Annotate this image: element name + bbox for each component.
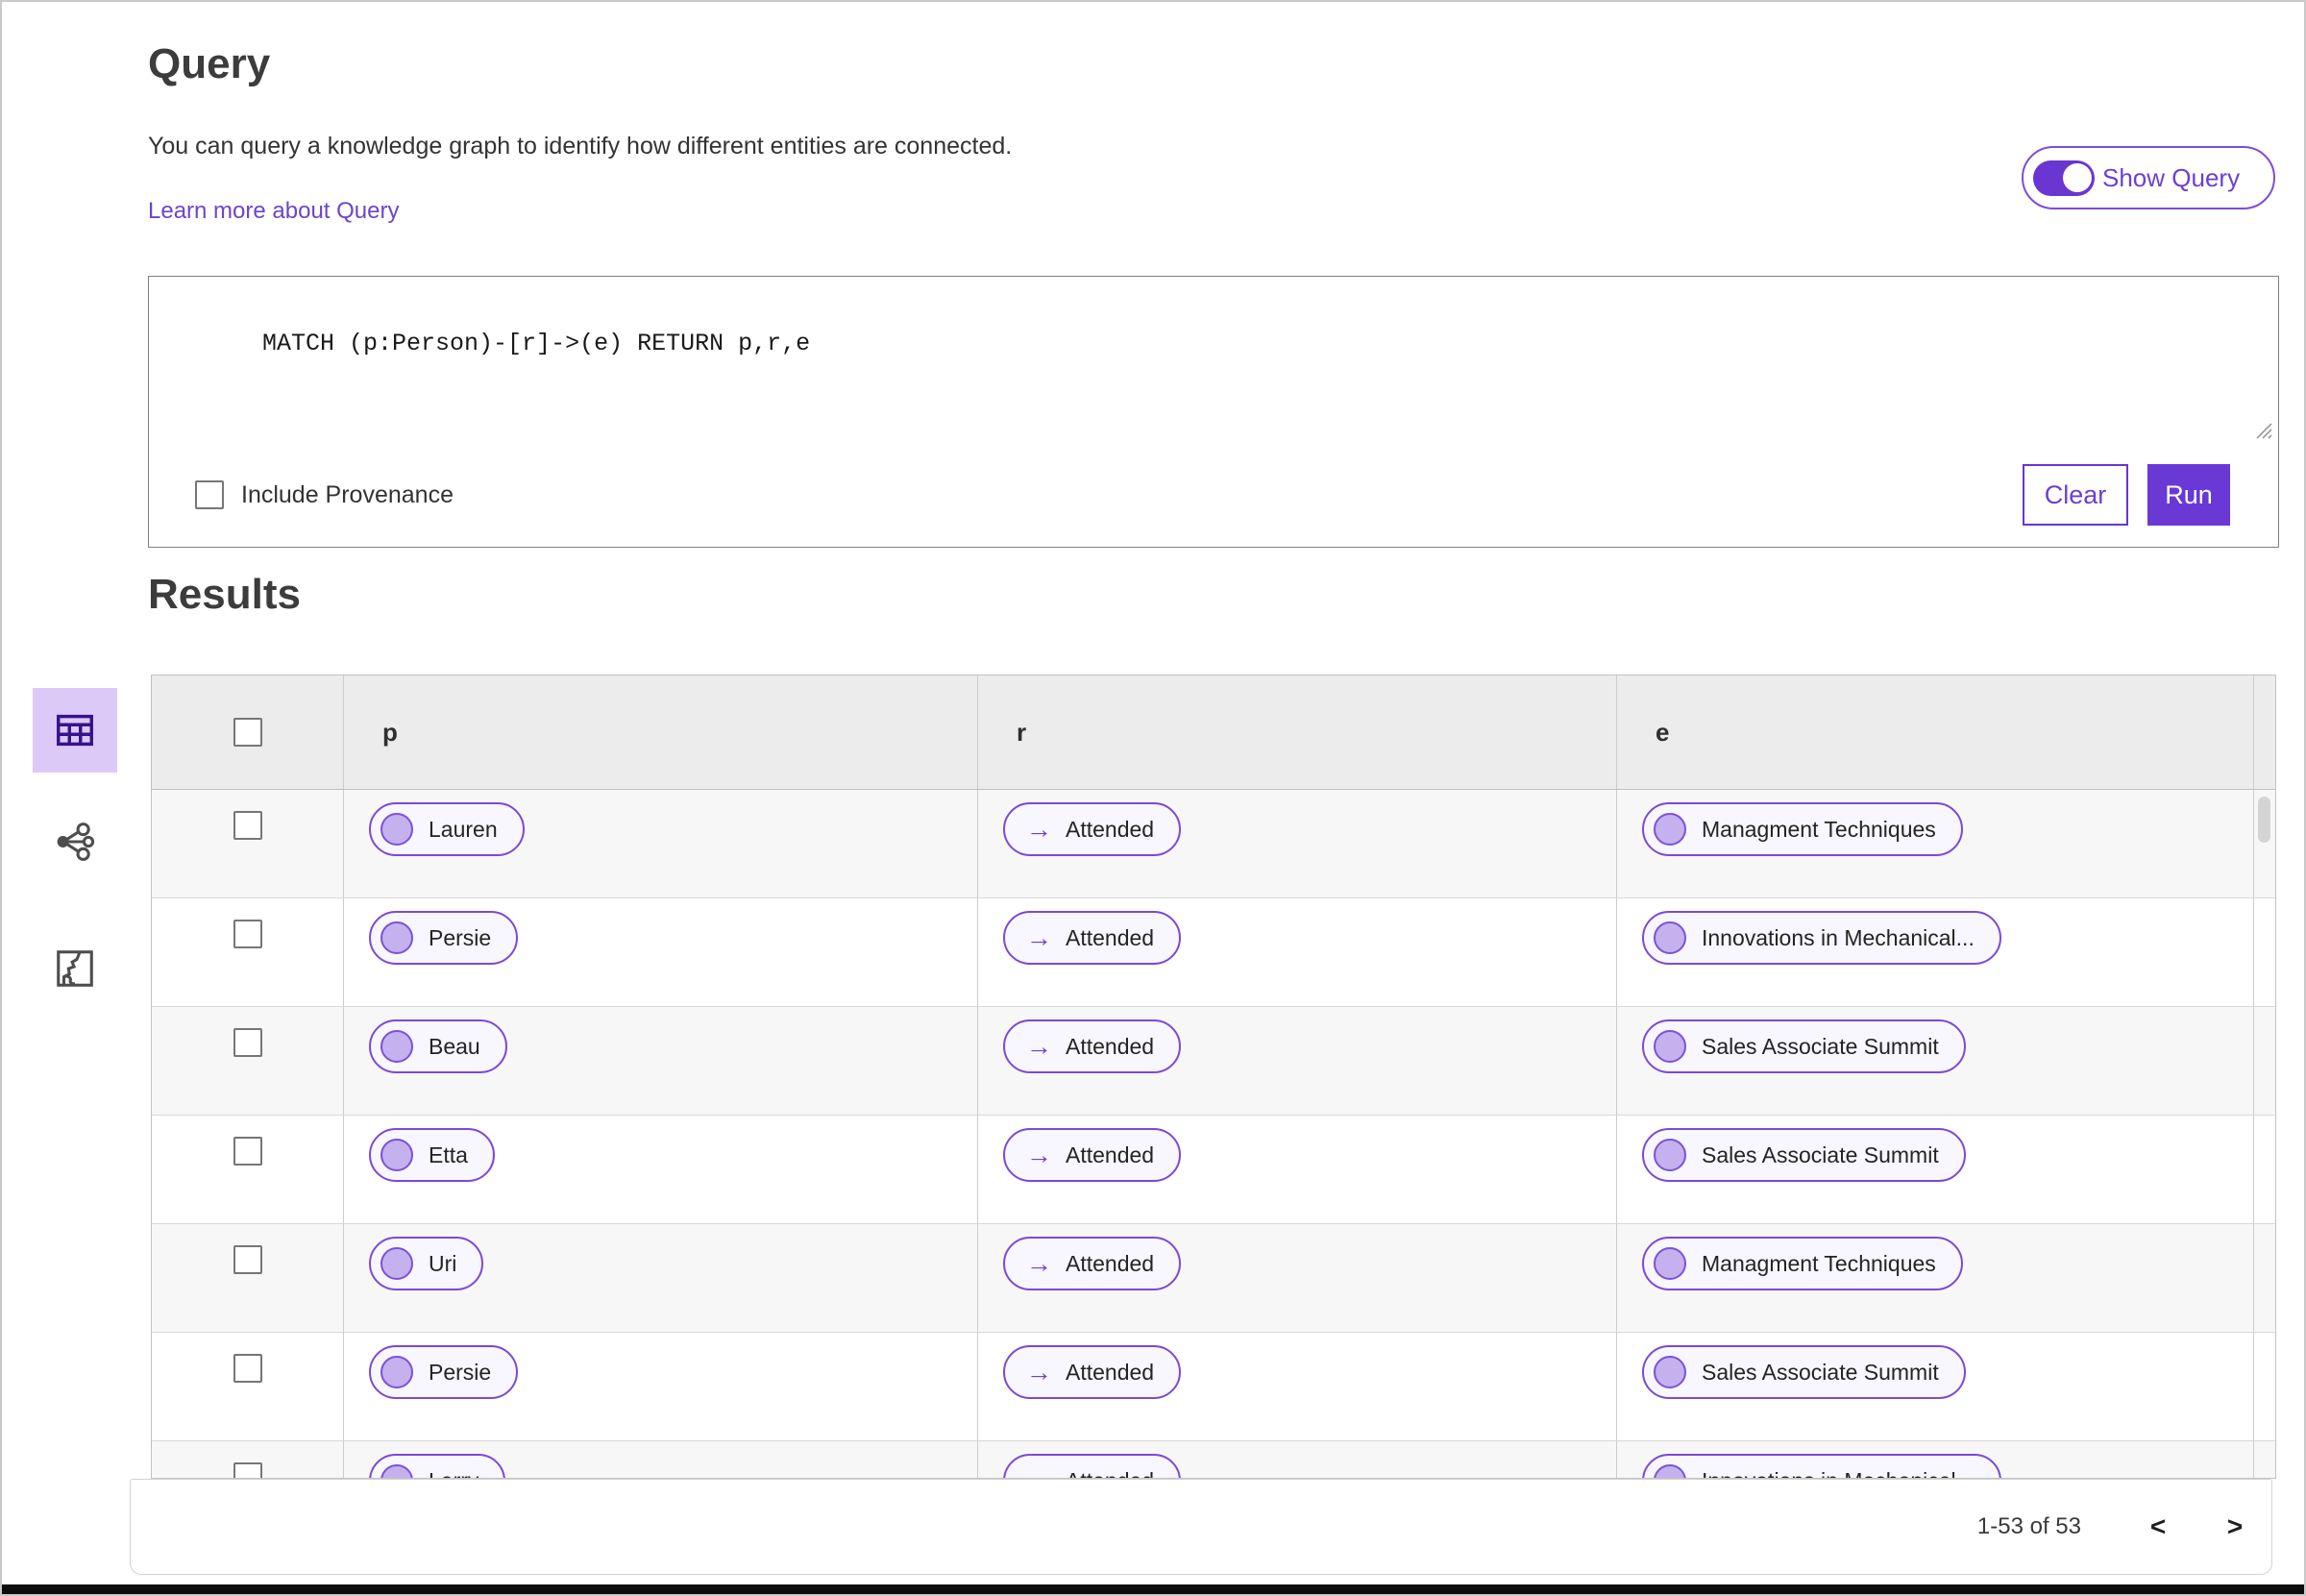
prev-page-button[interactable]: < — [2137, 1502, 2179, 1552]
show-query-label: Show Query — [2102, 162, 2241, 192]
include-provenance-checkbox[interactable] — [195, 480, 224, 509]
table-row: Uri → Attended Managment Techniques — [152, 1224, 2275, 1333]
row-checkbox[interactable] — [233, 1462, 262, 1478]
table-row: Lauren → Attended Managment Techniques — [152, 790, 2275, 898]
show-query-toggle[interactable]: Show Query — [2022, 146, 2275, 209]
page-title: Query — [148, 40, 271, 87]
run-button[interactable]: Run — [2147, 464, 2230, 526]
map-view-button[interactable] — [33, 926, 117, 1011]
table-header-row: p r e — [152, 675, 2275, 790]
entity-chip-e[interactable]: Sales Associate Summit — [1642, 1019, 1966, 1073]
results-title: Results — [148, 571, 301, 618]
select-all-checkbox[interactable] — [233, 718, 262, 747]
learn-more-link[interactable]: Learn more about Query — [148, 198, 399, 225]
relation-arrow-icon: → — [1026, 1467, 1052, 1478]
table-scrollbar-thumb[interactable] — [2258, 797, 2270, 843]
entity-chip-e[interactable]: Sales Associate Summit — [1642, 1345, 1966, 1399]
relation-arrow-icon: → — [1026, 1357, 1052, 1387]
entity-chip-e[interactable]: Sales Associate Summit — [1642, 1128, 1966, 1182]
page-description: You can query a knowledge graph to ident… — [148, 133, 1013, 160]
entity-chip-e[interactable]: Innovations in Mechanical... — [1642, 1454, 2001, 1478]
entity-chip-p[interactable]: Etta — [369, 1128, 495, 1182]
row-checkbox[interactable] — [233, 1245, 262, 1274]
relation-chip[interactable]: → Attended — [1003, 1128, 1182, 1182]
relation-arrow-icon: → — [1026, 1031, 1052, 1061]
relation-arrow-icon: → — [1026, 814, 1052, 844]
next-page-button[interactable]: > — [2214, 1502, 2256, 1552]
results-table: p r e Lauren → Attended Managment Techni… — [151, 675, 2276, 1479]
results-view-switcher — [32, 688, 118, 1011]
entity-chip-e[interactable]: Managment Techniques — [1642, 1237, 1963, 1290]
relation-chip[interactable]: → Attended — [1003, 1237, 1182, 1290]
column-header-e: e — [1656, 717, 1670, 747]
relation-chip[interactable]: → Attended — [1003, 802, 1182, 856]
row-checkbox[interactable] — [233, 1137, 262, 1166]
query-actions-row: Include Provenance Clear Run — [149, 443, 2278, 547]
row-checkbox[interactable] — [233, 1028, 262, 1057]
entity-node-icon — [380, 1030, 413, 1063]
table-view-button[interactable] — [33, 688, 117, 773]
relation-arrow-icon: → — [1026, 922, 1052, 952]
entity-chip-p[interactable]: Beau — [369, 1019, 507, 1073]
query-text: MATCH (p:Person)-[r]->(e) RETURN p,r,e — [262, 330, 811, 357]
table-icon — [57, 714, 93, 747]
row-checkbox[interactable] — [233, 811, 262, 840]
entity-chip-p[interactable]: Larry — [369, 1454, 506, 1478]
map-icon — [57, 950, 93, 987]
entity-node-icon — [1654, 1139, 1686, 1171]
include-provenance-label: Include Provenance — [241, 480, 454, 508]
entity-node-icon — [380, 921, 413, 954]
entity-node-icon — [380, 1247, 413, 1280]
resize-handle-icon[interactable] — [2253, 420, 2272, 439]
row-checkbox[interactable] — [233, 920, 262, 948]
relation-chip[interactable]: → Attended — [1003, 911, 1182, 965]
entity-node-icon — [1654, 1247, 1686, 1280]
entity-node-icon — [1654, 921, 1686, 954]
table-row: Persie → Attended Innovations in Mechani… — [152, 898, 2275, 1007]
network-icon — [57, 823, 95, 861]
relation-chip[interactable]: → Attended — [1003, 1345, 1182, 1399]
entity-node-icon — [1654, 813, 1686, 846]
entity-node-icon — [380, 1356, 413, 1388]
column-header-p: p — [382, 717, 398, 747]
row-checkbox[interactable] — [233, 1354, 262, 1383]
entity-chip-p[interactable]: Uri — [369, 1237, 484, 1290]
entity-node-icon — [1654, 1030, 1686, 1063]
entity-node-icon — [1654, 1356, 1686, 1388]
table-row: Etta → Attended Sales Associate Summit — [152, 1116, 2275, 1224]
entity-node-icon — [1654, 1464, 1686, 1478]
table-row: Larry → Attended Innovations in Mechanic… — [152, 1441, 2275, 1478]
entity-chip-p[interactable]: Persie — [369, 911, 519, 965]
window-bottom-edge — [2, 1584, 2304, 1594]
clear-button[interactable]: Clear — [2023, 464, 2128, 526]
pagination-range: 1-53 of 53 — [1976, 1513, 2081, 1539]
pagination-bar: 1-53 of 53 < > — [130, 1479, 2272, 1575]
table-row: Persie → Attended Sales Associate Summit — [152, 1333, 2275, 1441]
graph-view-button[interactable] — [33, 799, 117, 884]
query-page: Query You can query a knowledge graph to… — [0, 0, 2306, 1596]
query-input[interactable]: MATCH (p:Person)-[r]->(e) RETURN p,r,e — [149, 277, 2278, 445]
entity-chip-e[interactable]: Innovations in Mechanical... — [1642, 911, 2001, 965]
entity-node-icon — [380, 813, 413, 846]
relation-chip[interactable]: → Attended — [1003, 1019, 1182, 1073]
toggle-on-icon[interactable] — [2033, 160, 2095, 196]
entity-chip-p[interactable]: Lauren — [369, 802, 525, 856]
column-header-r: r — [1017, 717, 1027, 747]
table-body: Lauren → Attended Managment Techniques P… — [152, 790, 2275, 1478]
relation-chip[interactable]: → Attended — [1003, 1454, 1182, 1478]
relation-arrow-icon: → — [1026, 1248, 1052, 1278]
entity-node-icon — [380, 1139, 413, 1171]
entity-chip-e[interactable]: Managment Techniques — [1642, 802, 1963, 856]
entity-node-icon — [380, 1464, 413, 1478]
query-panel: MATCH (p:Person)-[r]->(e) RETURN p,r,e I… — [148, 276, 2279, 548]
table-row: Beau → Attended Sales Associate Summit — [152, 1007, 2275, 1116]
relation-arrow-icon: → — [1026, 1140, 1052, 1169]
toggle-knob — [2063, 163, 2092, 192]
entity-chip-p[interactable]: Persie — [369, 1345, 519, 1399]
